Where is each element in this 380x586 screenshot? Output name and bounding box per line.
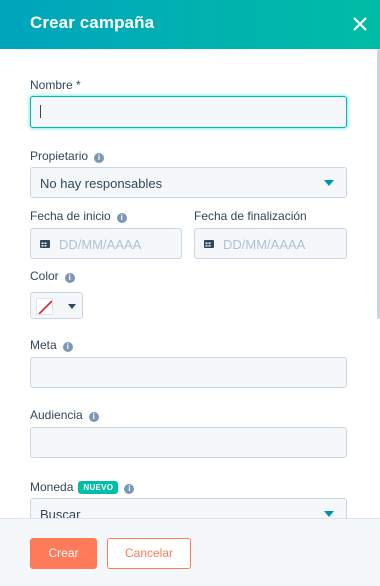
color-label: Color i	[30, 269, 75, 283]
info-icon[interactable]: i	[94, 153, 105, 163]
end-date-label: Fecha de finalización	[194, 209, 307, 223]
info-icon[interactable]: i	[88, 412, 99, 422]
currency-label: Moneda NUEVO i	[30, 480, 135, 494]
create-button[interactable]: Crear	[30, 538, 97, 569]
close-icon	[353, 17, 367, 31]
start-date-label-text: Fecha de inicio	[30, 209, 111, 223]
text-cursor	[40, 105, 41, 118]
owner-label: Propietario i	[30, 149, 105, 163]
currency-label-text: Moneda	[30, 480, 74, 494]
info-icon[interactable]: i	[64, 273, 75, 283]
panel-title: Crear campaña	[30, 13, 155, 32]
end-date-placeholder: DD/MM/AAAA	[223, 237, 306, 252]
audience-input[interactable]	[30, 427, 347, 458]
goal-input[interactable]	[30, 357, 347, 388]
color-label-text: Color	[30, 269, 59, 283]
chevron-down-icon	[68, 304, 76, 309]
chevron-down-icon	[324, 511, 334, 517]
info-icon[interactable]: i	[116, 213, 127, 223]
audience-label: Audiencia i	[30, 408, 99, 422]
goal-label: Meta i	[30, 338, 73, 352]
chevron-down-icon	[324, 180, 334, 186]
name-label: Nombre *	[30, 78, 81, 92]
info-icon[interactable]: i	[124, 484, 135, 494]
owner-value: No hay responsables	[40, 176, 163, 191]
owner-select[interactable]: No hay responsables	[30, 167, 347, 198]
name-input[interactable]	[30, 96, 347, 128]
calendar-icon	[204, 240, 214, 248]
close-button[interactable]	[347, 11, 373, 37]
new-badge: NUEVO	[78, 481, 119, 494]
no-color-swatch-icon	[36, 298, 53, 315]
color-picker-button[interactable]	[30, 292, 83, 319]
info-icon[interactable]: i	[62, 342, 73, 352]
goal-label-text: Meta	[30, 338, 57, 352]
owner-label-text: Propietario	[30, 149, 89, 163]
panel-header: Crear campaña	[0, 0, 380, 49]
panel-footer: Crear Cancelar	[0, 518, 380, 586]
end-date-input[interactable]: DD/MM/AAAA	[194, 228, 347, 259]
calendar-icon	[40, 240, 50, 248]
start-date-placeholder: DD/MM/AAAA	[59, 237, 142, 252]
start-date-label: Fecha de inicio i	[30, 209, 127, 223]
audience-label-text: Audiencia	[30, 408, 83, 422]
cancel-button[interactable]: Cancelar	[107, 538, 191, 569]
start-date-input[interactable]: DD/MM/AAAA	[30, 228, 182, 259]
